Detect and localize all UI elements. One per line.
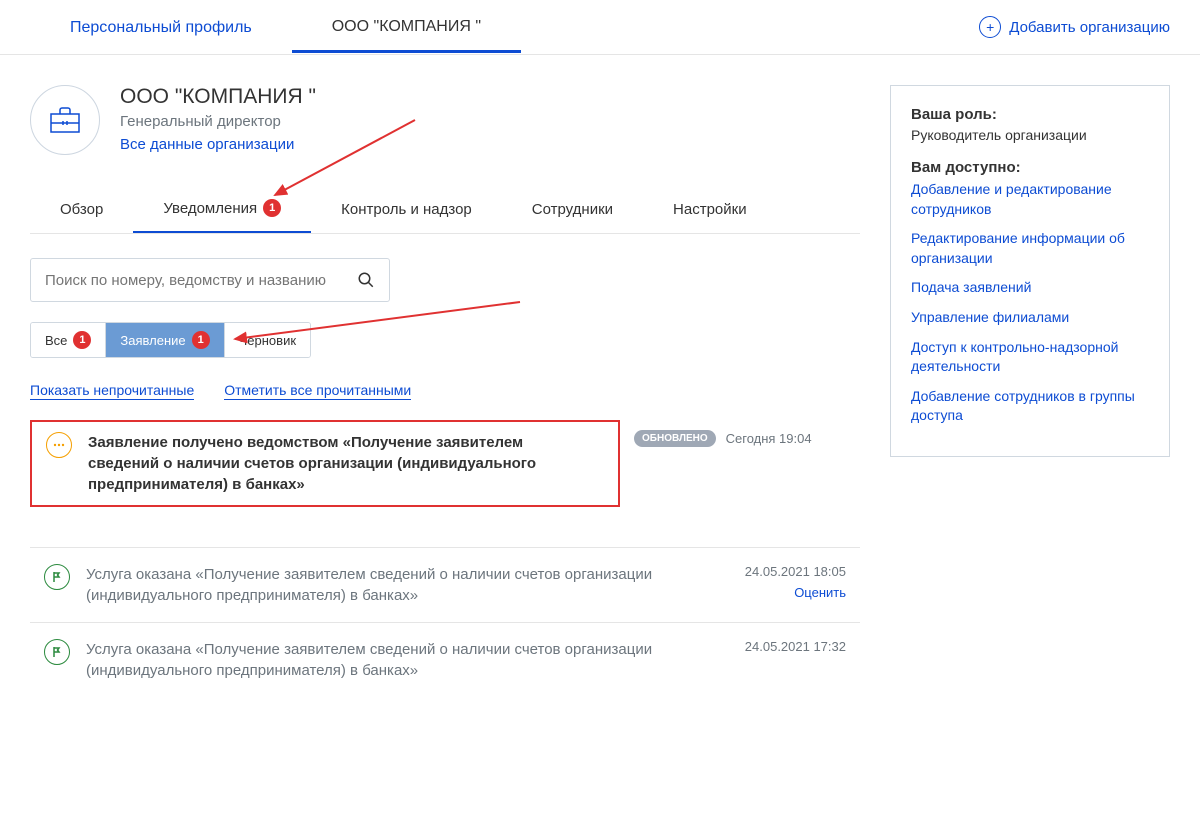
perm-link[interactable]: Добавление сотрудников в группы доступа bbox=[911, 387, 1149, 426]
add-organization-button[interactable]: + Добавить организацию bbox=[979, 0, 1170, 54]
tab-overview[interactable]: Обзор bbox=[30, 185, 133, 233]
add-organization-label: Добавить организацию bbox=[1009, 19, 1170, 36]
filter-all-badge: 1 bbox=[73, 331, 91, 349]
status-badge: ОБНОВЛЕНО bbox=[634, 430, 716, 447]
org-info: ООО "КОМПАНИЯ " Генеральный директор Все… bbox=[120, 85, 316, 155]
notification-list: Услуга оказана «Получение заявителем све… bbox=[30, 547, 860, 697]
list-item[interactable]: Услуга оказана «Получение заявителем све… bbox=[30, 547, 860, 622]
tab-notifications-label: Уведомления bbox=[163, 200, 257, 217]
notification-text: Услуга оказана «Получение заявителем све… bbox=[86, 639, 729, 681]
flag-icon bbox=[44, 564, 70, 590]
filter-application[interactable]: Заявление 1 bbox=[106, 323, 224, 357]
main-column: ООО "КОМПАНИЯ " Генеральный директор Все… bbox=[30, 85, 860, 697]
available-label: Вам доступно: bbox=[911, 159, 1149, 176]
notification-time: Сегодня 19:04 bbox=[726, 431, 812, 446]
tab-settings[interactable]: Настройки bbox=[643, 185, 777, 233]
tab-organization[interactable]: ООО "КОМПАНИЯ " bbox=[292, 2, 521, 53]
org-title: ООО "КОМПАНИЯ " bbox=[120, 85, 316, 109]
notification-meta: 24.05.2021 18:05 Оценить bbox=[745, 564, 846, 600]
content: ООО "КОМПАНИЯ " Генеральный директор Все… bbox=[0, 55, 1200, 727]
inner-tabs: Обзор Уведомления 1 Контроль и надзор Со… bbox=[30, 185, 860, 234]
perm-link[interactable]: Подача заявлений bbox=[911, 278, 1149, 298]
tab-personal-profile[interactable]: Персональный профиль bbox=[30, 3, 292, 51]
rate-link[interactable]: Оценить bbox=[745, 585, 846, 600]
filter-application-label: Заявление bbox=[120, 333, 185, 348]
list-item[interactable]: Услуга оказана «Получение заявителем све… bbox=[30, 622, 860, 697]
mark-all-read-link[interactable]: Отметить все прочитанными bbox=[224, 382, 411, 400]
highlighted-notification[interactable]: Заявление получено ведомством «Получение… bbox=[30, 420, 620, 507]
search-box[interactable] bbox=[30, 258, 390, 302]
notification-meta: 24.05.2021 17:32 bbox=[745, 639, 846, 654]
notifications-count-badge: 1 bbox=[263, 199, 281, 217]
filter-application-badge: 1 bbox=[192, 331, 210, 349]
notification-text: Заявление получено ведомством «Получение… bbox=[88, 432, 604, 495]
filter-group: Все 1 Заявление 1 Черновик bbox=[30, 322, 311, 358]
filter-draft[interactable]: Черновик bbox=[225, 323, 310, 357]
filter-all[interactable]: Все 1 bbox=[31, 323, 106, 357]
org-position: Генеральный директор bbox=[120, 113, 316, 130]
role-value: Руководитель организации bbox=[911, 127, 1149, 143]
perm-link[interactable]: Редактирование информации об организации bbox=[911, 229, 1149, 268]
notification-meta: ОБНОВЛЕНО Сегодня 19:04 bbox=[634, 420, 812, 447]
search-input[interactable] bbox=[45, 272, 357, 289]
tab-employees[interactable]: Сотрудники bbox=[502, 185, 643, 233]
tab-control[interactable]: Контроль и надзор bbox=[311, 185, 502, 233]
plus-icon: + bbox=[979, 16, 1001, 38]
top-tabs: Персональный профиль ООО "КОМПАНИЯ " + Д… bbox=[0, 0, 1200, 55]
notification-time: 24.05.2021 18:05 bbox=[745, 564, 846, 579]
perm-link[interactable]: Добавление и редактирование сотрудников bbox=[911, 180, 1149, 219]
notification-text: Услуга оказана «Получение заявителем све… bbox=[86, 564, 729, 606]
org-header: ООО "КОМПАНИЯ " Генеральный директор Все… bbox=[30, 85, 860, 155]
search-icon bbox=[357, 271, 375, 289]
perm-link[interactable]: Управление филиалами bbox=[911, 308, 1149, 328]
action-links: Показать непрочитанные Отметить все проч… bbox=[30, 382, 860, 400]
flag-icon bbox=[44, 639, 70, 665]
status-icon bbox=[46, 432, 72, 458]
all-org-data-link[interactable]: Все данные организации bbox=[120, 136, 316, 153]
perm-link[interactable]: Доступ к контрольно-надзорной деятельнос… bbox=[911, 338, 1149, 377]
sidebar: Ваша роль: Руководитель организации Вам … bbox=[890, 85, 1170, 697]
role-box: Ваша роль: Руководитель организации Вам … bbox=[890, 85, 1170, 457]
briefcase-icon bbox=[30, 85, 100, 155]
role-label: Ваша роль: bbox=[911, 106, 1149, 123]
filter-all-label: Все bbox=[45, 333, 67, 348]
tab-notifications[interactable]: Уведомления 1 bbox=[133, 185, 311, 233]
show-unread-link[interactable]: Показать непрочитанные bbox=[30, 382, 194, 400]
notification-time: 24.05.2021 17:32 bbox=[745, 639, 846, 654]
